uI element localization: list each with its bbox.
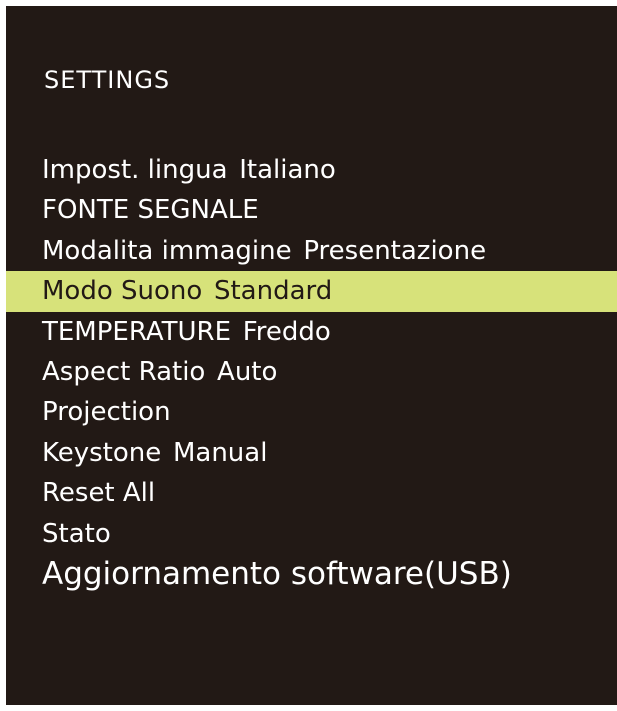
menu-item-software-update[interactable]: Aggiornamento software(USB) — [6, 554, 617, 594]
menu-item-label: Projection — [42, 397, 171, 428]
menu-item-label: Aspect Ratio — [42, 356, 206, 387]
menu-item-reset-all[interactable]: Reset All — [6, 473, 617, 513]
menu-item-label: Aggiornamento software(USB) — [42, 555, 512, 592]
menu-item-value: Standard — [213, 276, 333, 307]
menu-item-label: Modalita immagine — [42, 235, 292, 266]
menu-item-label: Impost. lingua — [42, 155, 228, 185]
menu-item-value: Auto — [217, 356, 278, 387]
menu-item-keystone[interactable]: Keystone Manual — [6, 433, 617, 473]
menu-title: SETTINGS — [44, 66, 171, 94]
menu-item-language[interactable]: Impost. lingua Italiano — [6, 150, 617, 190]
menu-item-sound-mode[interactable]: Modo Suono Standard — [6, 271, 617, 312]
menu-item-projection[interactable]: Projection — [6, 392, 617, 432]
menu-item-signal-source[interactable]: FONTE SEGNALE — [6, 190, 617, 230]
menu-item-label: FONTE SEGNALE — [42, 195, 259, 226]
menu-item-aspect-ratio[interactable]: Aspect Ratio Auto — [6, 352, 617, 392]
menu-item-label: Stato — [42, 518, 111, 549]
menu-item-label: Modo Suono — [42, 276, 203, 307]
menu-item-temperature[interactable]: TEMPERATURE Freddo — [6, 312, 617, 352]
menu-item-value: Freddo — [242, 316, 331, 347]
settings-menu-list: Impost. lingua Italiano FONTE SEGNALE Mod… — [6, 150, 617, 594]
menu-item-label: Reset All — [42, 478, 156, 509]
settings-osd-panel: SETTINGS Impost. lingua Italiano FONTE SE… — [6, 6, 617, 705]
menu-item-status[interactable]: Stato — [6, 514, 617, 554]
menu-item-label: TEMPERATURE — [42, 316, 232, 347]
menu-item-picture-mode[interactable]: Modalita immagine Presentazione — [6, 231, 617, 271]
menu-item-value: Italiano — [239, 155, 336, 185]
menu-item-value: Presentazione — [303, 235, 487, 266]
menu-item-value: Manual — [172, 437, 268, 468]
menu-item-label: Keystone — [42, 437, 162, 468]
